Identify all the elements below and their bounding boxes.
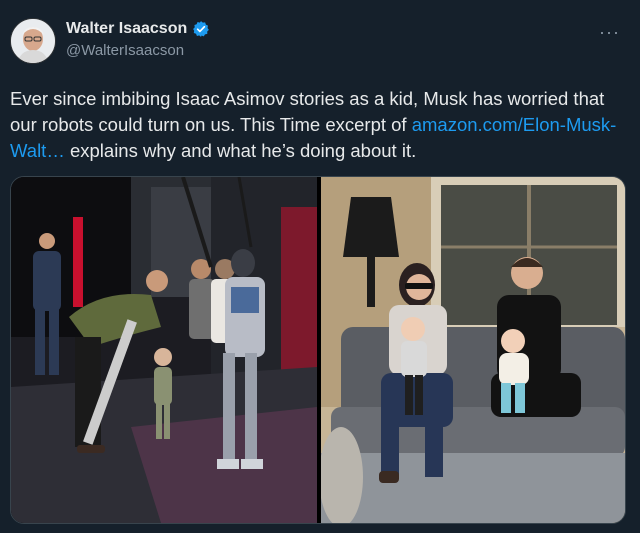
more-options-icon[interactable]: ··· [599,22,620,43]
author-name[interactable]: Walter Isaacson [66,20,187,38]
family-couch-photo[interactable] [321,177,625,523]
avatar-image [11,19,55,63]
tweet-text-after-link: explains why and what he’s doing about i… [64,140,417,161]
media-grid [10,176,626,524]
avatar[interactable] [10,18,56,64]
tweet-text: Ever since imbibing Isaac Asimov stories… [10,86,628,164]
verified-badge-icon [192,20,210,38]
author-handle[interactable]: @WalterIsaacson [66,42,210,59]
robot-lab-photo[interactable] [11,177,317,523]
author-block: Walter Isaacson @WalterIsaacson [66,20,210,59]
tweet-card: Walter Isaacson @WalterIsaacson ··· Ever… [0,0,640,533]
